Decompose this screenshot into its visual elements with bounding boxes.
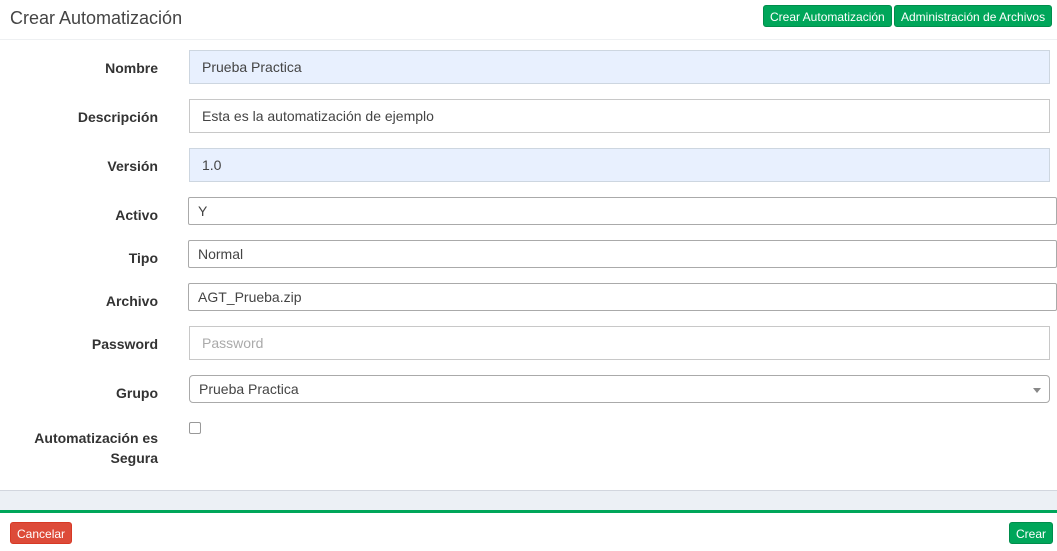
archivo-value: AGT_Prueba.zip <box>198 289 302 305</box>
tipo-label: Tipo <box>128 250 158 266</box>
cancel-button[interactable]: Cancelar <box>10 522 73 544</box>
footer-bar <box>0 510 1057 551</box>
version-value: 1.0 <box>202 157 222 173</box>
footer-divider <box>0 490 1057 511</box>
nombre-input[interactable]: Prueba Practica <box>189 50 1050 84</box>
descripcion-value: Esta es la automatización de ejemplo <box>202 108 434 124</box>
nombre-value: Prueba Practica <box>202 59 302 75</box>
grupo-label: Grupo <box>116 385 158 401</box>
archivo-label: Archivo <box>105 293 158 309</box>
activo-select[interactable]: Y <box>188 197 1057 225</box>
activo-label: Activo <box>115 207 158 223</box>
grupo-select[interactable]: Prueba Practica <box>189 375 1050 403</box>
page-title: Crear Automatización <box>10 8 183 28</box>
tipo-value: Normal <box>198 246 244 262</box>
version-label: Versión <box>107 158 158 174</box>
descripcion-label: Descripción <box>77 109 158 125</box>
file-management-button[interactable]: Administración de Archivos <box>894 5 1053 27</box>
page-header: Crear Automatización Crear Automatizació… <box>0 0 1057 40</box>
tipo-select[interactable]: Normal <box>188 240 1057 268</box>
archivo-select[interactable]: AGT_Prueba.zip <box>188 283 1057 311</box>
chevron-down-icon <box>1033 388 1041 393</box>
descripcion-input[interactable]: Esta es la automatización de ejemplo <box>189 99 1050 133</box>
segura-label: Automatización es Segura <box>0 428 158 468</box>
password-label: Password <box>91 336 158 352</box>
activo-value: Y <box>198 203 208 219</box>
segura-label-line1: Automatización es <box>34 430 158 446</box>
password-placeholder: Password <box>202 335 264 351</box>
segura-label-line2: Segura <box>110 450 158 466</box>
create-automation-button[interactable]: Crear Automatización <box>763 5 892 27</box>
segura-checkbox[interactable] <box>189 422 201 434</box>
password-input[interactable]: Password <box>189 326 1050 360</box>
nombre-label: Nombre <box>105 60 158 76</box>
create-button[interactable]: Crear <box>1009 522 1054 544</box>
version-input[interactable]: 1.0 <box>189 148 1050 182</box>
grupo-value: Prueba Practica <box>199 381 299 397</box>
